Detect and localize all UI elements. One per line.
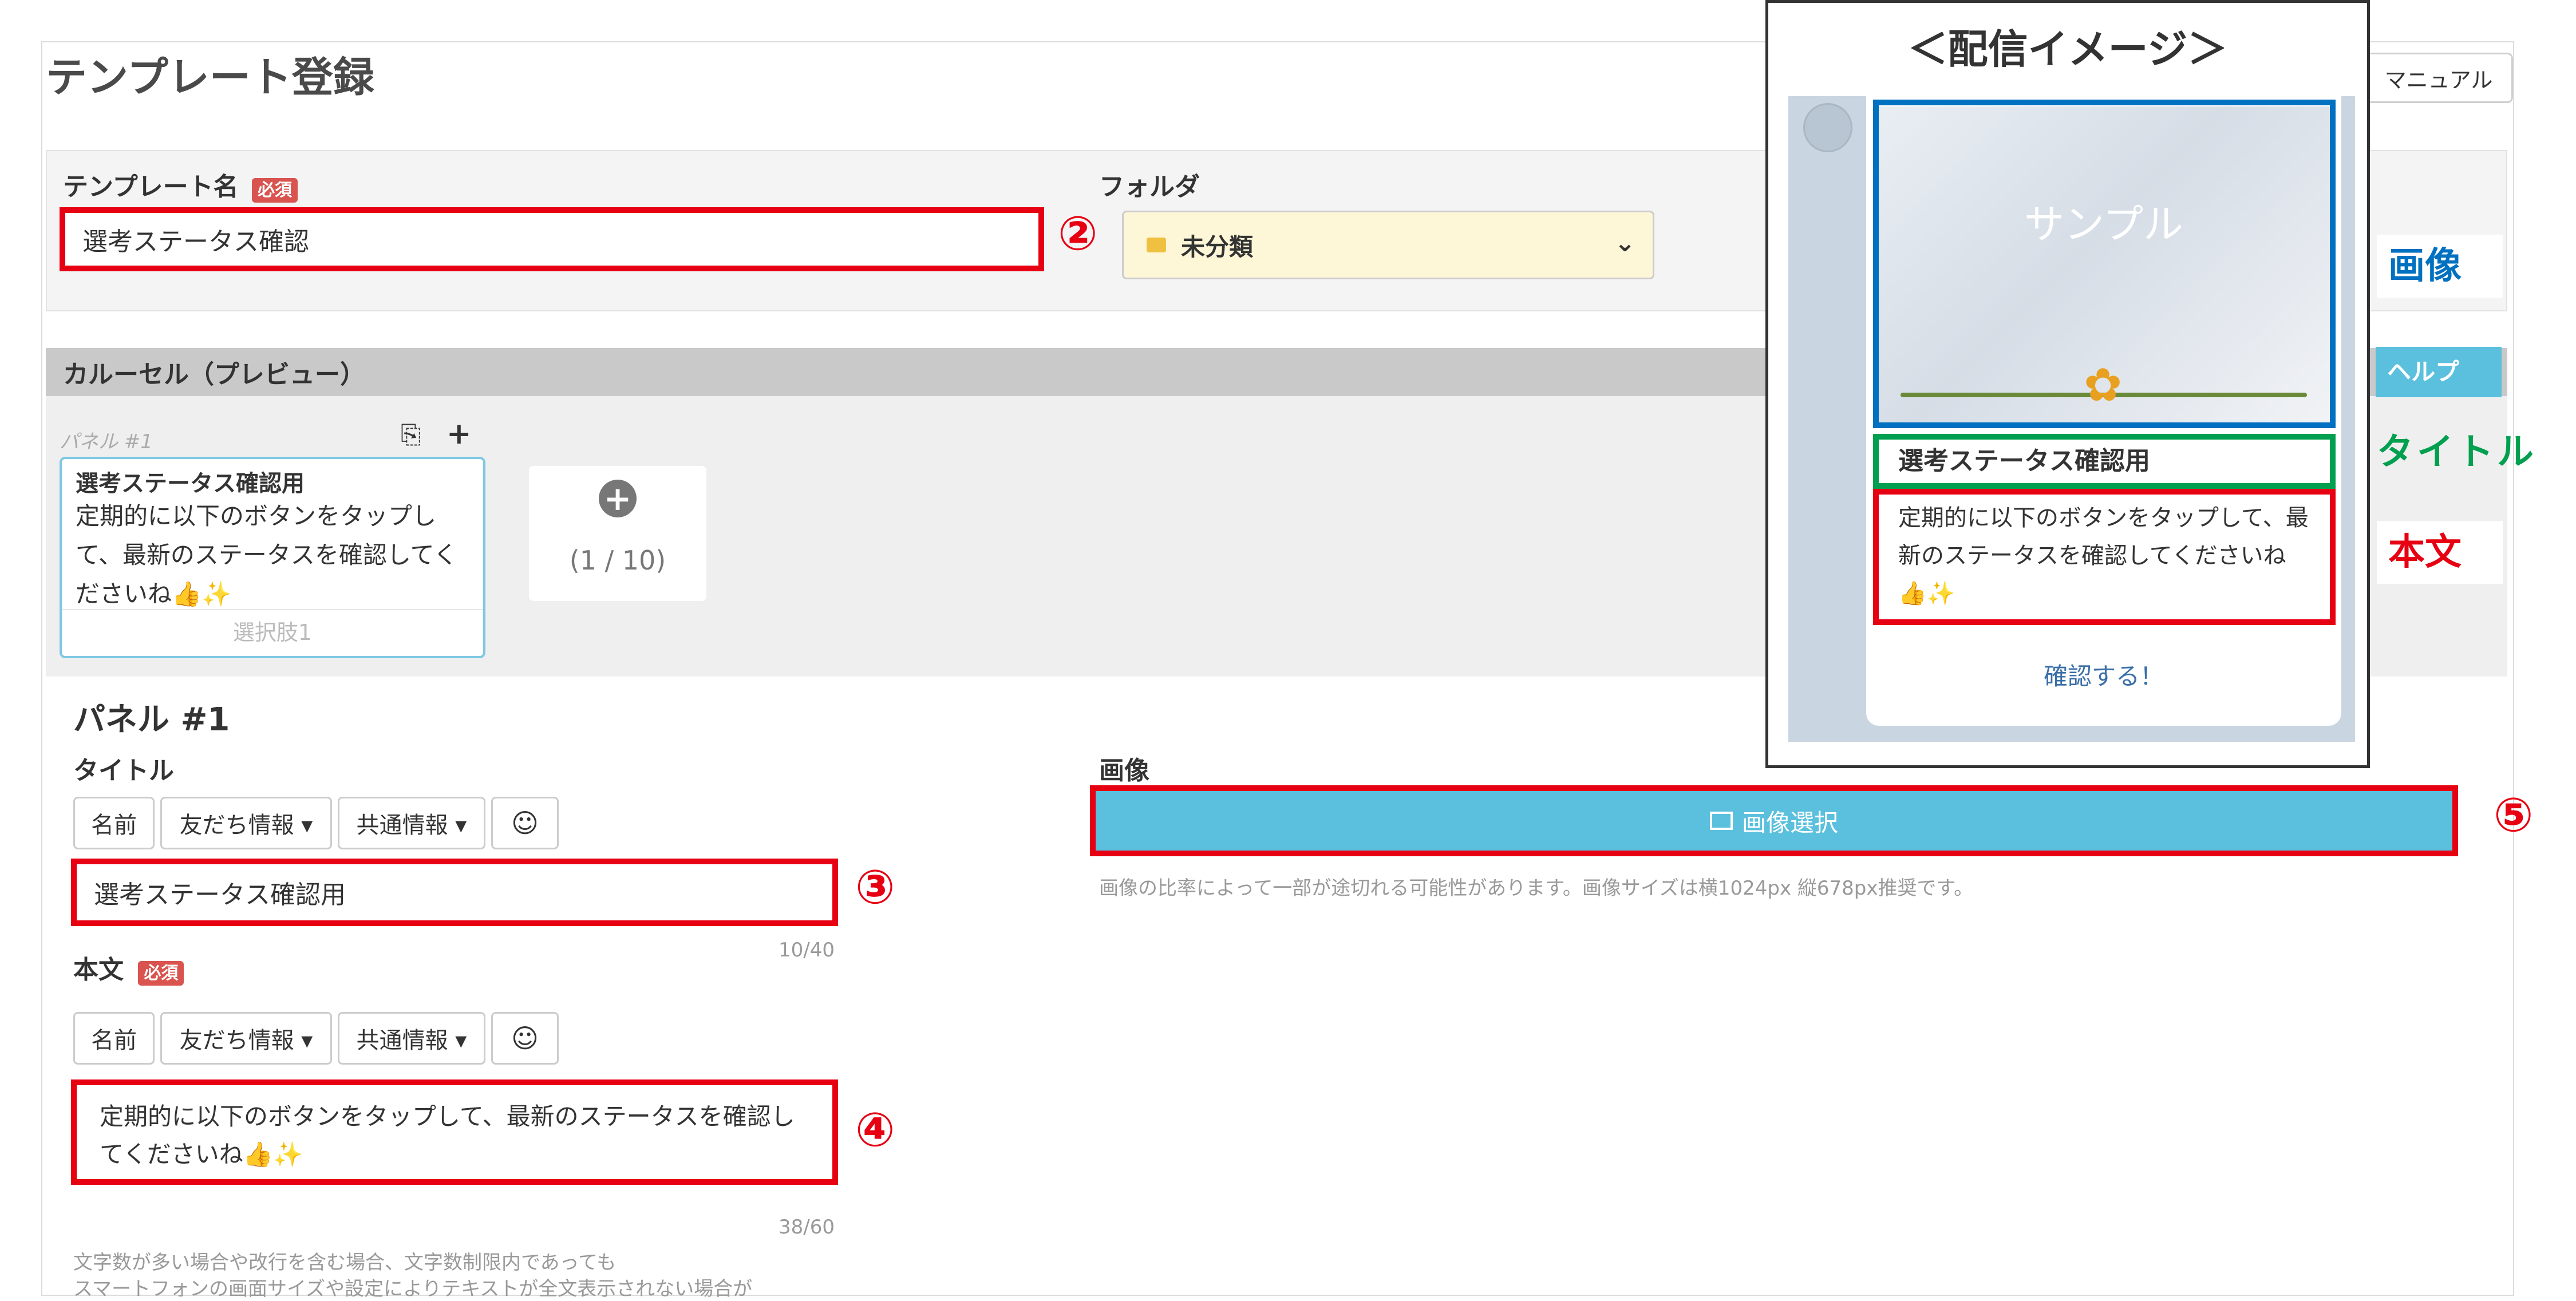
body-friend-info-button[interactable]: 友だち情報 ▾ [160,1012,332,1065]
required-badge: 必須 [138,961,184,986]
image-select-label: 画像選択 [1741,808,1838,837]
panel-count: (1 / 10) [569,545,666,576]
image-icon [1709,812,1733,830]
panel-heading: パネル #1 [73,701,230,738]
add-panel-icon[interactable]: + [447,417,472,451]
body-label: 本文 必須 [73,949,184,986]
carousel-panel-card[interactable]: 選考ステータス確認用 定期的に以下のボタンをタップして、最新のステータスを確認し… [60,457,485,658]
folder-select[interactable]: 未分類 ⌄ [1122,211,1654,279]
body-emoji-icon[interactable]: ☺ [491,1012,559,1065]
add-panel-card[interactable]: + (1 / 10) [529,466,706,601]
manual-button[interactable]: マニュアル [2364,53,2513,103]
title-char-count: 10/40 [779,939,835,962]
preview-action-button: 確認する！ [2043,662,2164,690]
page-title: テンプレート登録 [46,53,374,101]
annotation-5: ⑤ [2494,788,2534,843]
body-note-line1: 文字数が多い場合や改行を含む場合、文字数制限内であっても [73,1251,617,1274]
image-note: 画像の比率によって一部が途切れる可能性があります。画像サイズは横1024px 縦… [1099,877,1974,900]
tag-title: タイトル [2377,431,2537,473]
image-area-outline [1873,100,2336,428]
title-common-info-button[interactable]: 共通情報 ▾ [338,797,485,849]
template-name-input[interactable]: 選考ステータス確認 [60,207,1044,271]
body-note-line2: スマートフォンの画面サイズや設定によりテキストが全文表示されない場合が [73,1278,753,1300]
folder-label: フォルダ [1099,172,1200,201]
title-emoji-icon[interactable]: ☺ [491,797,559,849]
title-friend-info-button[interactable]: 友だち情報 ▾ [160,797,332,849]
folder-select-value: 未分類 [1181,232,1254,261]
title-name-button[interactable]: 名前 [73,797,155,849]
body-textarea[interactable]: 定期的に以下のボタンをタップして、最新のステータスを確認してくださいね👍✨ [71,1079,838,1185]
title-label: タイトル [73,756,174,785]
preview-body: 定期的に以下のボタンをタップして、最新のステータスを確認してくださいね👍✨ [1873,489,2336,625]
tag-image: 画像 [2377,235,2503,298]
divider [62,609,483,610]
template-name-label: テンプレート名 必須 [63,166,298,203]
panel-card-body: 定期的に以下のボタンをタップして、最新のステータスを確認してくださいね👍✨ [76,502,458,608]
tag-body: 本文 [2377,521,2503,584]
body-common-info-button[interactable]: 共通情報 ▾ [338,1012,485,1065]
panel-card-title: 選考ステータス確認用 [76,470,305,497]
title-input[interactable]: 選考ステータス確認用 [71,859,838,926]
annotation-2: ② [1058,207,1098,261]
plus-circle-icon: + [599,480,637,517]
body-char-count: 38/60 [779,1216,835,1239]
panel-number-label: パネル #1 [60,430,153,453]
preview-title: 選考ステータス確認用 [1873,434,2336,489]
panel-card-choice: 選択肢1 [232,620,313,645]
help-button[interactable]: ヘルプ [2376,347,2502,397]
chevron-down-icon: ⌄ [1614,228,1635,258]
image-label: 画像 [1099,756,1149,785]
folder-icon [1147,238,1166,252]
required-badge: 必須 [252,178,298,203]
annotation-3: ③ [855,860,895,915]
avatar [1803,103,1852,152]
body-name-button[interactable]: 名前 [73,1012,155,1065]
annotation-4: ④ [855,1103,895,1157]
image-select-button[interactable]: 画像選択 [1090,785,2458,856]
preview-heading: ＜配信イメージ＞ [1907,26,2228,73]
copy-icon[interactable]: ⎘ [401,420,421,449]
